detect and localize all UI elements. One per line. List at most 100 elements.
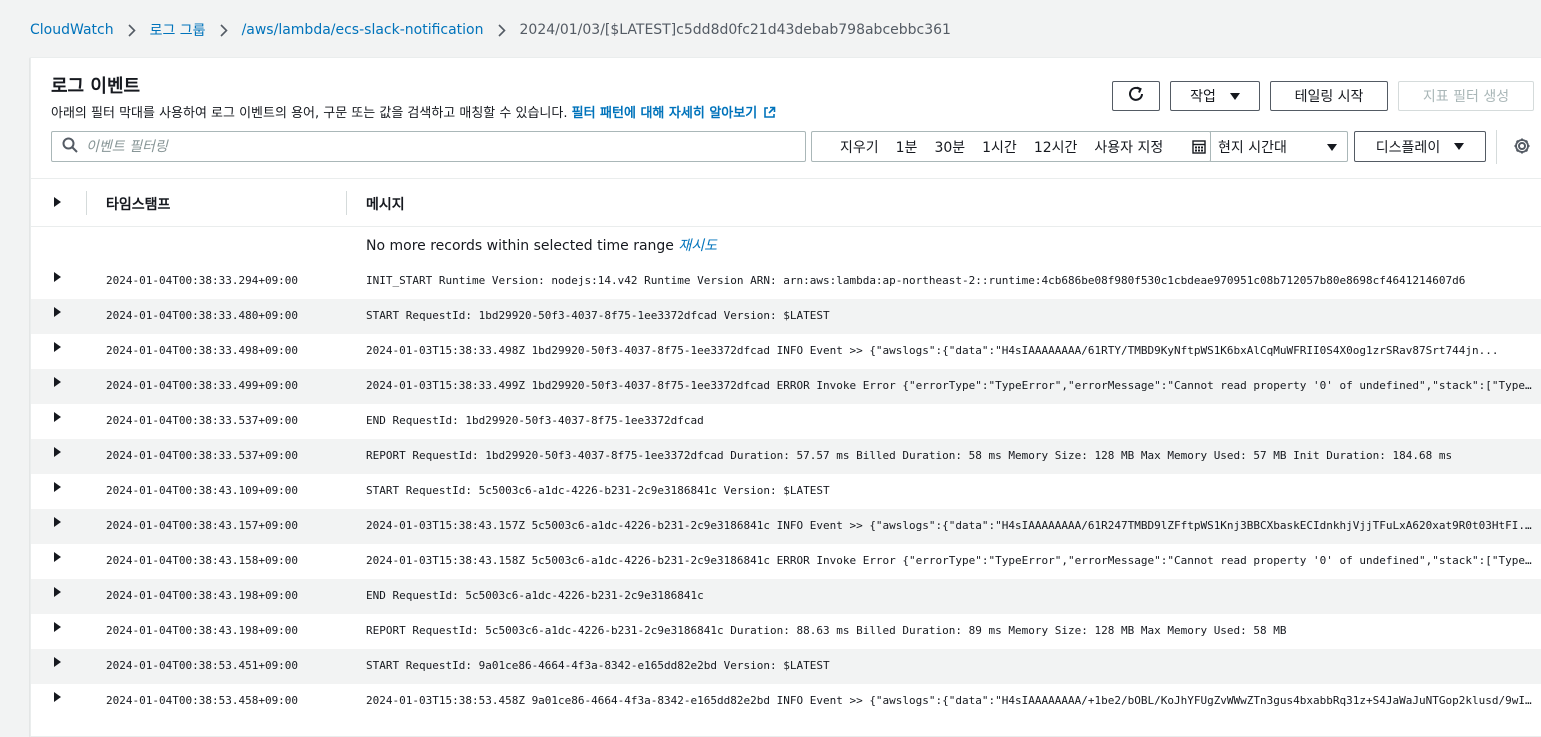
table-header: 타임스탬프 메시지	[31, 178, 1541, 227]
toolbar-divider	[1496, 130, 1497, 164]
row-timestamp: 2024-01-04T00:38:33.294+09:00	[106, 274, 299, 287]
timezone-value: 현지 시간대	[1218, 139, 1287, 156]
row-message: REPORT RequestId: 5c5003c6-a1dc-4226-b23…	[366, 624, 1287, 637]
external-link-icon	[763, 106, 776, 123]
expand-row-icon[interactable]	[54, 342, 61, 352]
caret-down-icon	[1327, 144, 1337, 151]
table-row[interactable]: 2024-01-04T00:38:33.498+09:00 2024-01-03T…	[31, 334, 1541, 369]
table-row[interactable]: 2024-01-04T00:38:43.157+09:00 2024-01-03T…	[31, 509, 1541, 544]
row-timestamp: 2024-01-04T00:38:53.451+09:00	[106, 659, 299, 672]
row-message: START RequestId: 5c5003c6-a1dc-4226-b231…	[366, 484, 830, 497]
expand-row-icon[interactable]	[54, 622, 61, 632]
breadcrumb: CloudWatch 로그 그룹 /aws/lambda/ecs-slack-n…	[30, 0, 951, 60]
search-icon	[62, 137, 78, 157]
expand-row-icon[interactable]	[54, 482, 61, 492]
table-row[interactable]: 2024-01-04T00:38:33.499+09:00 2024-01-03T…	[31, 369, 1541, 404]
breadcrumb-log-groups[interactable]: 로그 그룹	[150, 20, 206, 40]
expand-row-icon[interactable]	[54, 447, 61, 457]
caret-down-icon	[1229, 92, 1240, 100]
expand-row-icon[interactable]	[54, 517, 61, 527]
no-more-records-text: No more records within selected time ran…	[366, 235, 717, 255]
settings-gear-icon[interactable]	[1513, 137, 1531, 159]
refresh-icon	[1127, 85, 1145, 107]
log-rows: 2024-01-04T00:38:33.294+09:00 INIT_START …	[31, 264, 1541, 719]
row-message: 2024-01-03T15:38:43.157Z 5c5003c6-a1dc-4…	[366, 519, 1536, 532]
row-timestamp: 2024-01-04T00:38:43.109+09:00	[106, 484, 299, 497]
row-message: INIT_START Runtime Version: nodejs:14.v4…	[366, 274, 1466, 287]
column-divider	[86, 191, 87, 215]
row-message: START RequestId: 1bd29920-50f3-4037-8f75…	[366, 309, 830, 322]
caret-down-icon	[1454, 143, 1465, 150]
table-row[interactable]: 2024-01-04T00:38:33.537+09:00 REPORT Requ…	[31, 439, 1541, 474]
row-timestamp: 2024-01-04T00:38:43.198+09:00	[106, 589, 299, 602]
timezone-select[interactable]: 현지 시간대	[1210, 131, 1348, 162]
start-tailing-button[interactable]: 테일링 시작	[1270, 81, 1388, 111]
row-timestamp: 2024-01-04T00:38:33.499+09:00	[106, 379, 299, 392]
row-message: 2024-01-03T15:38:43.158Z 5c5003c6-a1dc-4…	[366, 554, 1536, 567]
expand-row-icon[interactable]	[54, 552, 61, 562]
learn-more-label: 필터 패턴에 대해 자세히 알아보기	[571, 106, 758, 121]
breadcrumb-current-stream: 2024/01/03/[$LATEST]c5dd8d0fc21d43debab7…	[519, 22, 951, 38]
retry-link[interactable]: 재시도	[678, 238, 717, 254]
table-row[interactable]: 2024-01-04T00:38:43.198+09:00 REPORT Requ…	[31, 614, 1541, 649]
breadcrumb-cloudwatch[interactable]: CloudWatch	[30, 22, 114, 38]
create-metric-filter-label: 지표 필터 생성	[1422, 89, 1510, 105]
row-timestamp: 2024-01-04T00:38:53.458+09:00	[106, 694, 299, 707]
table-row[interactable]: 2024-01-04T00:38:33.480+09:00 START Reque…	[31, 299, 1541, 334]
refresh-button[interactable]	[1112, 81, 1160, 111]
row-timestamp: 2024-01-04T00:38:33.498+09:00	[106, 344, 299, 357]
display-label: 디스플레이	[1375, 139, 1441, 156]
expand-row-icon[interactable]	[54, 692, 61, 702]
actions-dropdown[interactable]: 작업	[1170, 81, 1260, 111]
table-row[interactable]: 2024-01-04T00:38:53.458+09:00 2024-01-03T…	[31, 684, 1541, 719]
learn-more-link[interactable]: 필터 패턴에 대해 자세히 알아보기	[572, 106, 777, 121]
table-row[interactable]: 2024-01-04T00:38:33.537+09:00 END Request…	[31, 404, 1541, 439]
table-row[interactable]: 2024-01-04T00:38:43.109+09:00 START Reque…	[31, 474, 1541, 509]
start-tailing-label: 테일링 시작	[1294, 89, 1364, 105]
row-timestamp: 2024-01-04T00:38:43.198+09:00	[106, 624, 299, 637]
no-more-records-label: No more records within selected time ran…	[366, 238, 674, 254]
range-1h[interactable]: 1시간	[982, 137, 1017, 157]
breadcrumb-log-group[interactable]: /aws/lambda/ecs-slack-notification	[242, 22, 484, 38]
calendar-icon[interactable]	[1192, 140, 1206, 158]
range-1m[interactable]: 1분	[896, 137, 918, 157]
column-timestamp[interactable]: 타임스탬프	[106, 194, 170, 214]
table-row[interactable]: 2024-01-04T00:38:33.294+09:00 INIT_START …	[31, 264, 1541, 299]
row-timestamp: 2024-01-04T00:38:33.537+09:00	[106, 449, 299, 462]
column-message[interactable]: 메시지	[366, 194, 405, 214]
row-message: START RequestId: 9a01ce86-4664-4f3a-8342…	[366, 659, 830, 672]
expand-row-icon[interactable]	[54, 587, 61, 597]
row-message: END RequestId: 5c5003c6-a1dc-4226-b231-2…	[366, 589, 704, 602]
chevron-right-icon	[497, 23, 506, 37]
filter-events-input[interactable]	[86, 138, 766, 155]
create-metric-filter-button[interactable]: 지표 필터 생성	[1398, 81, 1534, 111]
expand-row-icon[interactable]	[54, 272, 61, 282]
table-row[interactable]: 2024-01-04T00:38:43.198+09:00 END Request…	[31, 579, 1541, 614]
range-clear[interactable]: 지우기	[840, 137, 879, 157]
table-row[interactable]: 2024-01-04T00:38:53.451+09:00 START Reque…	[31, 649, 1541, 684]
row-message: 2024-01-03T15:38:33.499Z 1bd29920-50f3-4…	[366, 379, 1536, 392]
row-message: 2024-01-03T15:38:53.458Z 9a01ce86-4664-4…	[366, 694, 1536, 707]
no-more-records-row: No more records within selected time ran…	[31, 227, 1541, 264]
table-row[interactable]: 2024-01-04T00:38:43.158+09:00 2024-01-03T…	[31, 544, 1541, 579]
filter-events-field[interactable]	[51, 131, 806, 162]
log-events-panel: 로그 이벤트 아래의 필터 막대를 사용하여 로그 이벤트의 용어, 구문 또는…	[30, 57, 1541, 737]
expand-row-icon[interactable]	[54, 307, 61, 317]
actions-label: 작업	[1190, 89, 1216, 105]
expand-row-icon[interactable]	[54, 377, 61, 387]
expand-row-icon[interactable]	[54, 412, 61, 422]
column-divider	[346, 191, 347, 215]
description-text: 아래의 필터 막대를 사용하여 로그 이벤트의 용어, 구문 또는 값을 검색하…	[51, 106, 568, 121]
expand-all-icon[interactable]	[54, 197, 61, 207]
range-custom[interactable]: 사용자 지정	[1094, 137, 1163, 157]
range-30m[interactable]: 30분	[934, 137, 965, 157]
time-range-selector: 지우기 1분 30분 1시간 12시간 사용자 지정	[811, 131, 1211, 162]
row-timestamp: 2024-01-04T00:38:43.157+09:00	[106, 519, 299, 532]
page-title: 로그 이벤트	[51, 76, 141, 97]
row-message: END RequestId: 1bd29920-50f3-4037-8f75-1…	[366, 414, 704, 427]
row-timestamp: 2024-01-04T00:38:43.158+09:00	[106, 554, 299, 567]
display-dropdown[interactable]: 디스플레이	[1354, 131, 1486, 162]
range-12h[interactable]: 12시간	[1034, 137, 1078, 157]
expand-row-icon[interactable]	[54, 657, 61, 667]
page-description: 아래의 필터 막대를 사용하여 로그 이벤트의 용어, 구문 또는 값을 검색하…	[51, 102, 776, 123]
